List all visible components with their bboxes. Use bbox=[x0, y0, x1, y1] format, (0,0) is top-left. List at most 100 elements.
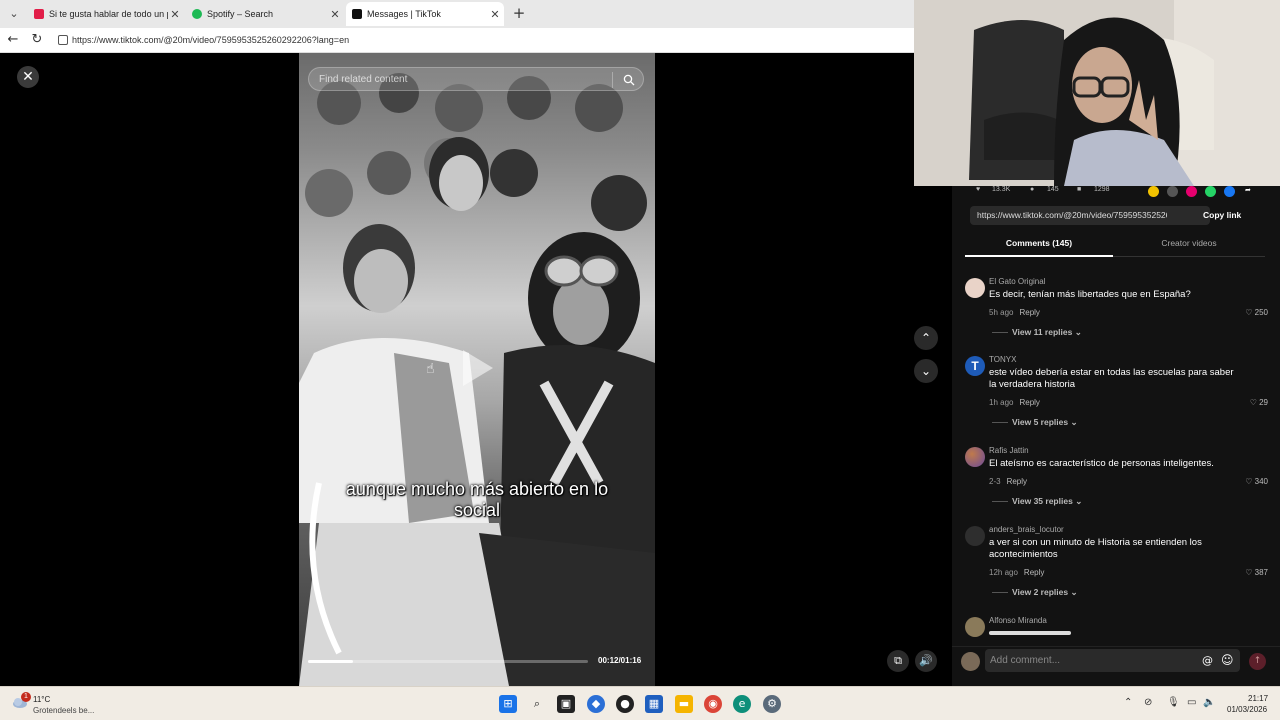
tab-close-icon[interactable]: ✕ bbox=[328, 8, 342, 21]
back-arrow-icon[interactable]: ← bbox=[4, 31, 22, 49]
comment-username[interactable]: Rafis Jattin bbox=[989, 446, 1029, 455]
avatar[interactable] bbox=[965, 526, 985, 546]
edge-icon[interactable]: e bbox=[733, 695, 751, 713]
site-info-icon[interactable] bbox=[58, 35, 68, 45]
avatar[interactable] bbox=[965, 617, 985, 637]
likes-count: 250 bbox=[1254, 308, 1268, 317]
browser-tab-youtube[interactable]: Si te gusta hablar de todo un poco ✕ bbox=[28, 2, 184, 26]
share-arrow-icon[interactable]: ➦ bbox=[1245, 186, 1251, 194]
view-replies-line bbox=[992, 592, 1008, 594]
video-player[interactable]: Find related content ☝ aunque mucho más … bbox=[299, 53, 655, 686]
play-icon[interactable] bbox=[463, 350, 493, 386]
share-embed-icon[interactable] bbox=[1148, 186, 1159, 197]
video-link-text: https://www.tiktok.com/@20m/video/759595… bbox=[977, 210, 1167, 220]
browser-tab-tiktok[interactable]: Messages | TikTok ✕ bbox=[346, 2, 504, 26]
app-icon[interactable]: ◆ bbox=[587, 695, 605, 713]
reply-button[interactable]: Reply bbox=[1019, 308, 1039, 317]
avatar[interactable]: T bbox=[965, 356, 985, 376]
comment-time: 5h ago bbox=[989, 308, 1014, 317]
avatar[interactable] bbox=[961, 652, 980, 671]
url-field[interactable]: https://www.tiktok.com/@20m/video/759595… bbox=[54, 30, 904, 51]
chrome-icon[interactable]: ◉ bbox=[704, 695, 722, 713]
microphone-icon[interactable]: 🎙 bbox=[1167, 697, 1180, 708]
share-facebook-icon[interactable] bbox=[1224, 186, 1235, 197]
new-tab-plus-icon[interactable]: + bbox=[510, 3, 528, 23]
share-whatsapp-icon[interactable] bbox=[1205, 186, 1216, 197]
comment-username[interactable]: anders_brais_locutor bbox=[989, 525, 1064, 534]
tab-list-chevron-icon[interactable]: ⌄ bbox=[4, 4, 24, 24]
avatar[interactable] bbox=[965, 278, 985, 298]
view-replies-button[interactable]: View 11 replies ⌄ bbox=[992, 327, 1082, 338]
clock-time[interactable]: 21:17 bbox=[1248, 694, 1268, 703]
tray-chevron-up-icon[interactable]: ⌃ bbox=[1124, 697, 1132, 708]
view-replies-button[interactable]: View 2 replies ⌄ bbox=[992, 587, 1078, 598]
task-view-icon[interactable]: ▣ bbox=[557, 695, 575, 713]
related-content-search[interactable]: Find related content bbox=[308, 67, 644, 91]
comment-meta: 12h ago Reply bbox=[989, 568, 1044, 577]
search-icon[interactable] bbox=[623, 74, 635, 86]
weather-widget[interactable]: 1 11°C Grotendeels be... bbox=[12, 692, 112, 716]
tab-label: Spotify – Search bbox=[207, 9, 274, 19]
heart-icon[interactable]: ♥ bbox=[976, 186, 980, 193]
tab-label: Si te gusta hablar de todo un poco bbox=[49, 9, 168, 19]
hand-cursor-icon: ☝ bbox=[426, 361, 435, 377]
browser-tab-spotify[interactable]: Spotify – Search ✕ bbox=[186, 2, 344, 26]
windows-start-icon[interactable]: ⊞ bbox=[499, 695, 517, 713]
send-arrow-up-icon[interactable]: ↑ bbox=[1249, 653, 1266, 670]
comment-username[interactable]: TONYX bbox=[989, 355, 1016, 364]
tab-comments[interactable]: Comments (145) bbox=[965, 236, 1113, 250]
browser-tab-bar: ⌄ Si te gusta hablar de todo un poco ✕ S… bbox=[0, 0, 914, 28]
tab-creator-videos[interactable]: Creator videos bbox=[1115, 236, 1263, 250]
reply-button[interactable]: Reply bbox=[1019, 398, 1039, 407]
comment-time: 1h ago bbox=[989, 398, 1014, 407]
store-icon[interactable]: ▦ bbox=[645, 695, 663, 713]
avatar[interactable] bbox=[965, 447, 985, 467]
search-icon[interactable]: ⌕ bbox=[528, 695, 546, 713]
share-link-icon[interactable] bbox=[1167, 186, 1178, 197]
display-icon[interactable]: ▭ bbox=[1187, 697, 1196, 708]
tab-close-icon[interactable]: ✕ bbox=[488, 8, 502, 21]
file-explorer-icon[interactable]: ▬ bbox=[675, 695, 693, 713]
mention-at-icon[interactable]: @ bbox=[1202, 654, 1213, 667]
weather-temperature: 11°C bbox=[33, 695, 51, 704]
view-replies-button[interactable]: View 35 replies ⌄ bbox=[992, 496, 1082, 507]
comment-time: 2-3 bbox=[989, 477, 1001, 486]
webcam-overlay bbox=[914, 0, 1280, 186]
chevron-down-icon: ⌄ bbox=[1074, 327, 1082, 337]
network-icon[interactable]: ⊘ bbox=[1144, 697, 1152, 708]
copy-link-button[interactable]: Copy link bbox=[1203, 210, 1241, 220]
comment-meta: 2-3 Reply bbox=[989, 477, 1027, 486]
clock-date[interactable]: 01/03/2026 bbox=[1227, 705, 1267, 714]
comment-icon[interactable]: ● bbox=[1030, 186, 1034, 193]
next-video-chevron-down-icon[interactable]: ⌄ bbox=[914, 359, 938, 383]
settings-gear-icon[interactable]: ⚙ bbox=[763, 695, 781, 713]
reload-icon[interactable]: ↻ bbox=[28, 31, 46, 49]
app-icon[interactable]: ● bbox=[616, 695, 634, 713]
comment-username[interactable]: Alfonso Miranda bbox=[989, 616, 1047, 625]
comment-username[interactable]: El Gato Original bbox=[989, 277, 1045, 286]
tab-close-icon[interactable]: ✕ bbox=[168, 8, 182, 21]
reply-button[interactable]: Reply bbox=[1007, 477, 1027, 486]
close-icon[interactable]: ✕ bbox=[17, 66, 39, 88]
reply-button[interactable]: Reply bbox=[1024, 568, 1044, 577]
comment-likes[interactable]: ♡ 29 bbox=[1250, 398, 1268, 407]
emoji-icon[interactable]: ☺ bbox=[1221, 653, 1234, 667]
bookmark-icon[interactable]: ■ bbox=[1077, 186, 1081, 193]
video-link-box[interactable]: https://www.tiktok.com/@20m/video/759595… bbox=[970, 206, 1210, 225]
volume-icon[interactable]: 🔊 bbox=[915, 650, 937, 672]
view-replies-button[interactable]: View 5 replies ⌄ bbox=[992, 417, 1078, 428]
search-divider bbox=[612, 72, 613, 88]
view-replies-line bbox=[992, 422, 1008, 424]
speaker-icon[interactable]: 🔈 bbox=[1203, 697, 1215, 708]
floating-player-icon[interactable]: ⧉ bbox=[887, 650, 909, 672]
comment-meta: 5h ago Reply bbox=[989, 308, 1040, 317]
comment-likes[interactable]: ♡ 387 bbox=[1245, 568, 1268, 577]
tiktok-favicon-icon bbox=[352, 9, 362, 19]
share-instagram-icon[interactable] bbox=[1186, 186, 1197, 197]
heart-outline-icon: ♡ bbox=[1245, 477, 1253, 486]
comment-likes[interactable]: ♡ 250 bbox=[1245, 308, 1268, 317]
previous-video-chevron-up-icon[interactable]: ⌃ bbox=[914, 326, 938, 350]
video-progress-bar[interactable] bbox=[308, 660, 588, 663]
comment-likes[interactable]: ♡ 340 bbox=[1245, 477, 1268, 486]
view-replies-label: View 35 replies bbox=[1012, 496, 1073, 506]
